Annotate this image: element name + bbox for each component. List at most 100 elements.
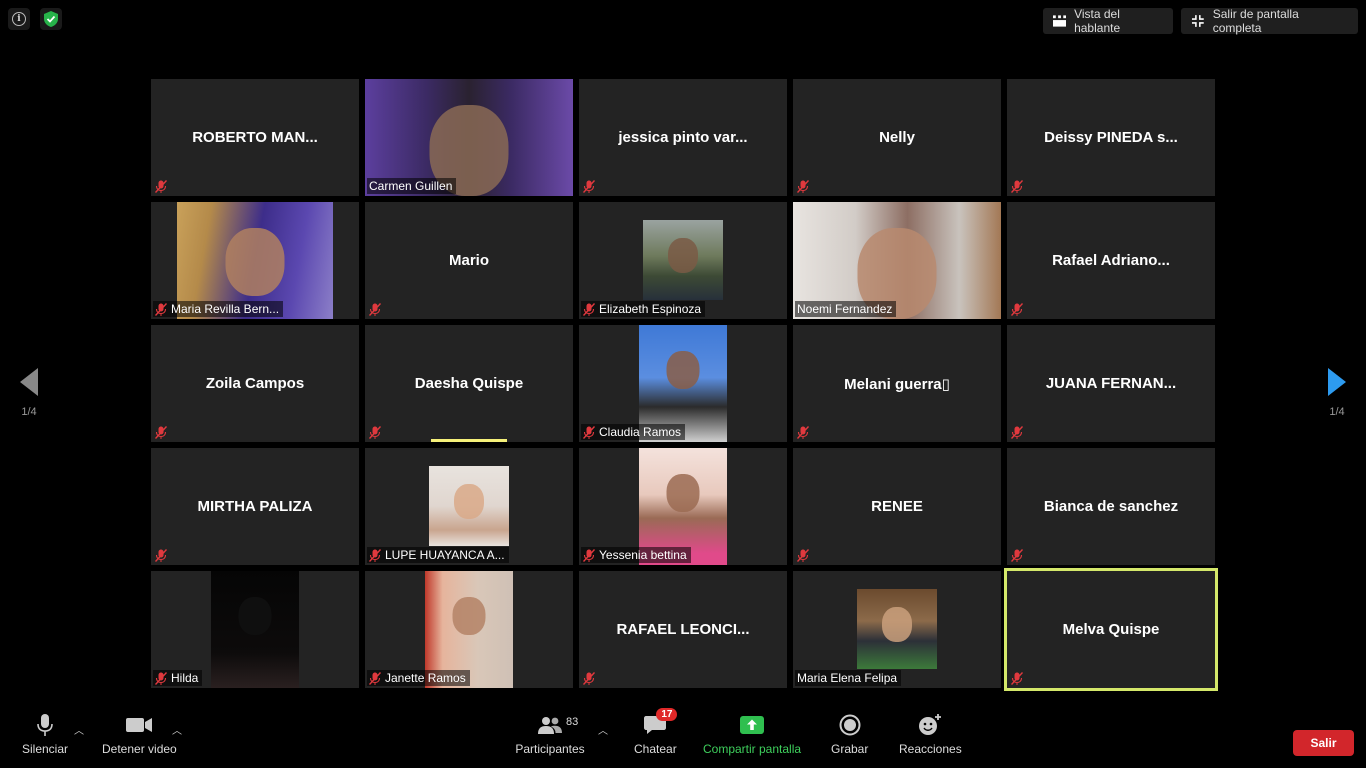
muted-mic-icon bbox=[583, 425, 595, 439]
participant-tile[interactable]: RAFAEL LEONCI... bbox=[579, 571, 787, 688]
muted-mic-icon bbox=[797, 549, 809, 562]
participant-name: Daesha Quispe bbox=[414, 375, 524, 392]
smiley-plus-icon bbox=[919, 714, 942, 735]
participant-face bbox=[238, 596, 272, 635]
participant-label-text: Hilda bbox=[171, 671, 199, 685]
mute-button[interactable]: Silenciar bbox=[22, 714, 68, 756]
grid-view-icon bbox=[1053, 15, 1067, 27]
participant-face bbox=[668, 237, 698, 273]
participant-label bbox=[1009, 179, 1027, 194]
participant-video bbox=[857, 589, 937, 669]
participant-label bbox=[1009, 671, 1027, 686]
participant-video bbox=[211, 571, 299, 688]
meeting-info-icon[interactable]: i bbox=[8, 8, 30, 30]
microphone-icon bbox=[37, 714, 53, 736]
share-screen-icon bbox=[740, 716, 765, 734]
participant-tile[interactable]: Deissy PINEDA s... bbox=[1007, 79, 1215, 196]
exit-fullscreen-button[interactable]: Salir de pantalla completa bbox=[1181, 7, 1358, 35]
participant-face bbox=[882, 606, 912, 642]
participant-tile[interactable]: JUANA FERNAN... bbox=[1007, 325, 1215, 442]
participant-label bbox=[581, 671, 599, 686]
participant-name: RENEE bbox=[871, 498, 923, 515]
participants-options-caret[interactable]: ︿ bbox=[598, 722, 608, 737]
muted-mic-icon bbox=[369, 303, 381, 316]
speaker-view-button[interactable]: Vista del hablante bbox=[1043, 7, 1173, 35]
participant-tile[interactable]: Mario bbox=[365, 202, 573, 319]
exit-fullscreen-label: Salir de pantalla completa bbox=[1212, 7, 1299, 35]
muted-mic-icon bbox=[1011, 180, 1023, 193]
muted-mic-icon bbox=[583, 548, 595, 562]
muted-mic-icon bbox=[369, 548, 381, 562]
participant-label bbox=[153, 425, 171, 440]
muted-mic-icon bbox=[583, 672, 595, 685]
exit-fullscreen-icon bbox=[1191, 15, 1204, 27]
participant-label: Claudia Ramos bbox=[581, 424, 686, 440]
participant-face bbox=[454, 483, 484, 519]
chat-button[interactable]: 17 Chatear bbox=[634, 708, 678, 756]
share-screen-button[interactable]: Compartir pantalla bbox=[703, 714, 801, 756]
participant-name: MIRTHA PALIZA bbox=[197, 498, 313, 515]
participant-tile[interactable]: Daesha Quispe bbox=[365, 325, 573, 442]
reactions-label: Reacciones bbox=[899, 742, 962, 756]
participant-tile[interactable]: Janette Ramos bbox=[365, 571, 573, 688]
participant-face bbox=[452, 596, 486, 635]
participant-label bbox=[1009, 302, 1027, 317]
participant-name: ROBERTO MAN... bbox=[192, 129, 318, 146]
participant-label: Noemi Fernandez bbox=[795, 301, 897, 317]
participant-label bbox=[1009, 425, 1027, 440]
stop-video-button[interactable]: Detener video bbox=[102, 714, 177, 756]
reactions-button[interactable]: Reacciones bbox=[899, 714, 962, 756]
participant-label-text: Elizabeth Espinoza bbox=[599, 302, 702, 316]
participant-tile[interactable]: ROBERTO MAN... bbox=[151, 79, 359, 196]
participant-tile[interactable]: MIRTHA PALIZA bbox=[151, 448, 359, 565]
participant-name: Melani guerra▯ bbox=[844, 375, 950, 393]
participant-tile[interactable]: Elizabeth Espinoza bbox=[579, 202, 787, 319]
participant-tile[interactable]: Melva Quispe bbox=[1007, 571, 1215, 688]
muted-mic-icon bbox=[797, 180, 809, 193]
participant-tile[interactable]: Carmen Guillen bbox=[365, 79, 573, 196]
gallery-grid: ROBERTO MAN... Carmen Guillen jessica pint… bbox=[151, 79, 1215, 688]
participant-name: Bianca de sanchez bbox=[1043, 498, 1179, 515]
participant-tile[interactable]: Maria Elena Felipa bbox=[793, 571, 1001, 688]
participant-tile[interactable]: Nelly bbox=[793, 79, 1001, 196]
muted-mic-icon bbox=[1011, 549, 1023, 562]
audio-options-caret[interactable]: ︿ bbox=[74, 722, 84, 737]
participants-button[interactable]: 83 Participantes bbox=[515, 714, 585, 756]
participant-tile[interactable]: jessica pinto var... bbox=[579, 79, 787, 196]
participants-count: 83 bbox=[566, 716, 579, 728]
page-indicator-right: 1/4 bbox=[1329, 406, 1345, 418]
participant-tile[interactable]: Zoila Campos bbox=[151, 325, 359, 442]
participant-label-text: Noemi Fernandez bbox=[797, 302, 893, 316]
participant-label bbox=[153, 179, 171, 194]
participant-label bbox=[367, 302, 385, 317]
leave-meeting-button[interactable]: Salir bbox=[1293, 730, 1354, 756]
participant-tile[interactable]: Noemi Fernandez bbox=[793, 202, 1001, 319]
security-shield-icon[interactable] bbox=[40, 8, 62, 30]
next-page-nav[interactable]: 1/4 bbox=[1322, 368, 1352, 418]
participant-label bbox=[1009, 548, 1027, 563]
muted-mic-icon bbox=[1011, 672, 1023, 685]
participant-tile[interactable]: RENEE bbox=[793, 448, 1001, 565]
participant-tile[interactable]: Maria Revilla Bern... bbox=[151, 202, 359, 319]
record-button[interactable]: Grabar bbox=[831, 714, 868, 756]
participants-icon bbox=[538, 717, 562, 734]
participant-tile[interactable]: Claudia Ramos bbox=[579, 325, 787, 442]
video-options-caret[interactable]: ︿ bbox=[172, 722, 182, 737]
participant-label bbox=[795, 179, 813, 194]
participant-label: Carmen Guillen bbox=[367, 178, 457, 194]
participant-tile[interactable]: LUPE HUAYANCA A... bbox=[365, 448, 573, 565]
participant-name: Zoila Campos bbox=[205, 375, 305, 392]
participant-name: Nelly bbox=[879, 129, 915, 146]
participant-label-text: Claudia Ramos bbox=[599, 425, 682, 439]
participant-tile[interactable]: Rafael Adriano... bbox=[1007, 202, 1215, 319]
chat-unread-badge: 17 bbox=[656, 708, 678, 721]
meeting-toolbar: Silenciar ︿ Detener video ︿ 83 Participa… bbox=[0, 708, 1366, 768]
participant-tile[interactable]: Hilda bbox=[151, 571, 359, 688]
participant-tile[interactable]: Melani guerra▯ bbox=[793, 325, 1001, 442]
previous-page-nav[interactable]: 1/4 bbox=[14, 368, 44, 418]
participant-tile[interactable]: Bianca de sanchez bbox=[1007, 448, 1215, 565]
muted-mic-icon bbox=[155, 180, 167, 193]
participant-video bbox=[429, 466, 509, 546]
participant-tile[interactable]: Yessenia bettina bbox=[579, 448, 787, 565]
participant-label-text: Yessenia bettina bbox=[599, 548, 687, 562]
